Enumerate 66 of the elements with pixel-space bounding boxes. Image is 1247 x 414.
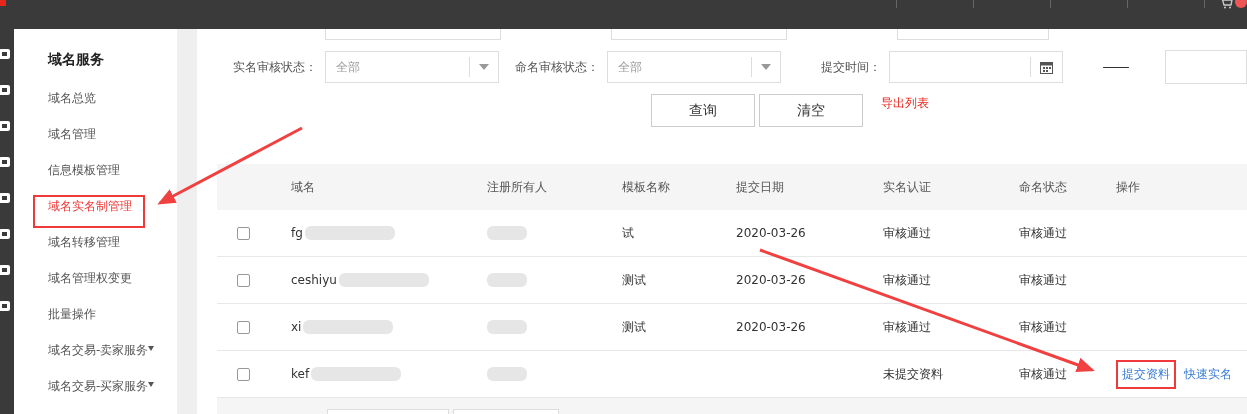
redaction-blur <box>487 320 527 334</box>
input-field[interactable] <box>897 29 1049 40</box>
table-cell: 审核通过 <box>1019 271 1067 289</box>
column-header: 操作 <box>1116 178 1140 196</box>
sidebar-item[interactable]: 域名交易-买家服务 <box>47 378 178 414</box>
table-cell: 2020-03-26 <box>736 226 806 240</box>
calendar-icon[interactable] <box>1040 60 1053 74</box>
row-checkbox[interactable] <box>237 273 250 287</box>
menu-icon[interactable] <box>0 119 11 133</box>
row-checkbox[interactable] <box>237 320 250 334</box>
column-header: 域名 <box>291 178 315 196</box>
redaction-blur <box>487 367 527 381</box>
redaction-blur <box>487 226 527 240</box>
table-cell: 未提交资料 <box>883 365 943 383</box>
cart-icon[interactable] <box>1219 0 1233 9</box>
menu-icon[interactable] <box>0 83 11 97</box>
menu-icon[interactable] <box>0 299 11 313</box>
table-cell: 测试 <box>622 271 646 289</box>
menu-icon[interactable] <box>0 155 11 169</box>
sidebar-item[interactable]: 域名实名制管理 <box>47 198 178 234</box>
table-cell: 审核通过 <box>883 224 931 242</box>
sidebar-item[interactable]: 域名总览 <box>47 90 178 126</box>
menu-icon[interactable] <box>0 191 11 205</box>
menu-icon[interactable] <box>0 47 11 61</box>
table-cell: 2020-03-26 <box>736 273 806 287</box>
column-header: 注册所有人 <box>487 178 547 196</box>
column-header: 模板名称 <box>622 178 670 196</box>
table-cell: 审核通过 <box>1019 365 1067 383</box>
sidebar-title: 域名服务 <box>47 51 105 69</box>
table-cell: 审核通过 <box>883 318 931 336</box>
sidebar-item[interactable]: 信息模板管理 <box>47 162 178 198</box>
column-header: 实名认证 <box>883 178 931 196</box>
sidebar-item[interactable]: 域名转移管理 <box>47 234 178 270</box>
sidebar-item[interactable]: 域名管理权变更 <box>47 270 178 306</box>
row-checkbox[interactable] <box>237 226 250 240</box>
filter-label: 提交时间： <box>820 58 882 76</box>
filter-label: 实名审核状态： <box>232 58 318 76</box>
table-cell: 测试 <box>622 318 646 336</box>
date-field[interactable] <box>1165 50 1247 84</box>
table-cell: 审核通过 <box>1019 224 1067 242</box>
sidebar-item[interactable]: 域名交易-卖家服务 <box>47 342 178 378</box>
table-cell: 审核通过 <box>883 271 931 289</box>
sidebar-item[interactable]: 批量操作 <box>47 306 178 342</box>
filter-label: 命名审核状态： <box>514 58 600 76</box>
column-header: 提交日期 <box>736 178 784 196</box>
date-field[interactable] <box>889 51 1063 83</box>
table-cell: fg <box>291 226 303 240</box>
action-button[interactable]: 清空 <box>759 94 863 127</box>
menu-icon[interactable] <box>0 263 11 277</box>
table-cell: ceshiyu <box>291 273 337 287</box>
action-link[interactable]: 提交资料 <box>1116 359 1176 389</box>
action-button[interactable]: 查询 <box>651 94 755 127</box>
table-cell: xi <box>291 320 302 334</box>
menu-icon[interactable] <box>0 227 11 241</box>
table-cell: 审核通过 <box>1019 318 1067 336</box>
action-link[interactable]: 快速实名 <box>1184 365 1232 383</box>
table-cell: 试 <box>622 224 634 242</box>
export-link[interactable]: 导出列表 <box>881 95 929 112</box>
input-field[interactable] <box>611 29 787 40</box>
row-checkbox[interactable] <box>237 367 250 381</box>
input-field[interactable] <box>325 29 501 40</box>
table-cell: kef <box>291 367 310 381</box>
sidebar-item[interactable]: 域名管理 <box>47 126 178 162</box>
table-cell: 2020-03-26 <box>736 320 806 334</box>
redaction-blur <box>487 273 527 287</box>
column-header: 命名状态 <box>1019 178 1067 196</box>
